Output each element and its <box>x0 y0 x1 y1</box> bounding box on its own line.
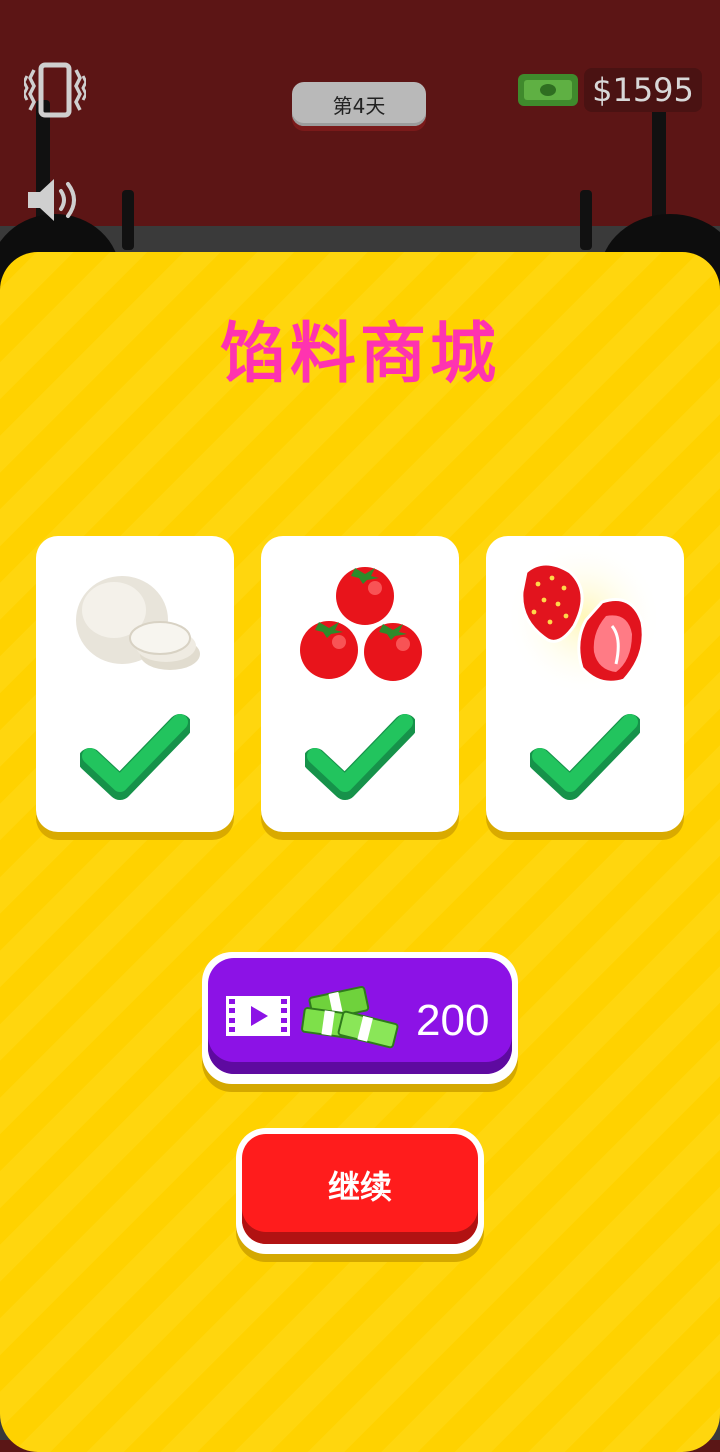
shop-title: 馅料商城 <box>220 315 500 392</box>
check-icon <box>305 714 415 800</box>
speaker-icon[interactable] <box>26 176 84 224</box>
cash-icon <box>518 74 578 106</box>
money-amount: $1595 <box>592 71 694 109</box>
day-counter: 第4天 <box>292 82 426 126</box>
continue-button[interactable]: 继续 <box>236 1128 484 1254</box>
mozzarella-icon <box>76 576 200 670</box>
money-display: $1595 <box>584 68 702 112</box>
check-icon <box>530 714 640 800</box>
strawberries-icon <box>506 542 662 696</box>
video-ad-icon <box>226 996 290 1036</box>
watch-ad-cash-button[interactable]: 200 <box>202 952 518 1084</box>
ad-reward-amount: 200 <box>416 996 490 1045</box>
continue-label: 继续 <box>242 1134 478 1244</box>
hanger-pole <box>580 190 592 250</box>
shop-item-card[interactable] <box>36 536 234 832</box>
hanger-pole <box>122 190 134 250</box>
cash-stack-icon <box>301 986 399 1049</box>
day-label: 第4天 <box>332 93 386 118</box>
shop-item-card[interactable] <box>486 536 684 832</box>
tomatoes-icon <box>300 567 422 681</box>
shop-item-card[interactable] <box>261 536 459 832</box>
topping-shop-panel: 馅料商城 200 继续 <box>0 252 720 1452</box>
vibrate-phone-icon[interactable] <box>24 62 86 118</box>
check-icon <box>80 714 190 800</box>
